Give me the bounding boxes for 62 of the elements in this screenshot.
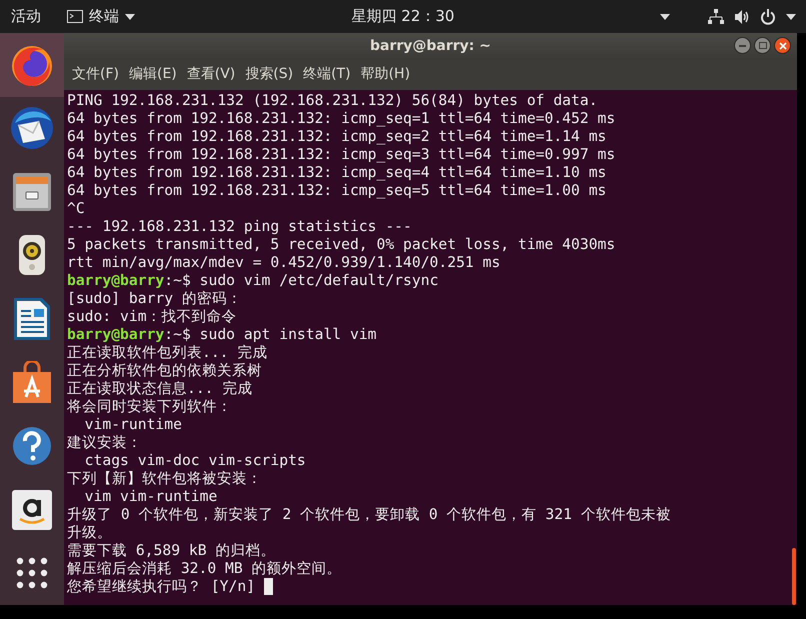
close-icon <box>778 42 786 50</box>
menu-item[interactable]: 编辑(E) <box>128 65 177 83</box>
output-line: 正在读取软件包列表... 完成 <box>67 344 268 362</box>
caret-icon <box>125 14 135 20</box>
output-line: vim-runtime <box>84 416 182 434</box>
minimize-button[interactable] <box>734 37 751 54</box>
shopping-bag-icon[interactable] <box>10 360 54 405</box>
window-title: barry@barry: ~ <box>370 38 491 54</box>
square-icon <box>758 42 766 49</box>
menu-item[interactable]: 文件(F) <box>72 65 119 83</box>
output-line: 需要下载 6,589 kB 的归档。 <box>67 542 276 560</box>
volume-icon[interactable] <box>734 8 750 24</box>
output-line: 下列【新】软件包将被安装： <box>67 470 262 488</box>
amazon-logo-icon[interactable] <box>11 488 53 531</box>
caret-icon[interactable] <box>660 14 670 20</box>
output-line: 64 bytes from 192.168.231.132: icmp_seq=3 ttl=64 time=0.997 ms <box>67 146 616 164</box>
prompt-user: barry@barry <box>67 326 164 344</box>
output-line: 您希望继续执行吗？ [Y/n] <box>67 578 256 596</box>
output-line: 建议安装： <box>67 434 142 452</box>
output-line: ctags vim-doc vim-scripts <box>84 452 306 470</box>
output-line: 将会同时安装下列软件： <box>67 398 232 416</box>
output-line: 升级。 <box>67 524 112 542</box>
output-line: 正在读取状态信息... 完成 <box>67 380 252 398</box>
menu-item[interactable]: 查看(V) <box>186 65 236 83</box>
output-line: --- 192.168.231.132 ping statistics --- <box>67 218 412 236</box>
output-line: 64 bytes from 192.168.231.132: icmp_seq=5 ttl=64 time=1.00 ms <box>67 182 606 200</box>
power-icon[interactable] <box>760 8 776 24</box>
output-line: 升级了 0 个软件包，新安装了 2 个软件包，要卸载 0 个软件包，有 321 个软件包未被 <box>67 506 671 524</box>
question-icon[interactable] <box>11 425 53 468</box>
output-line: PING 192.168.231.132 (192.168.231.132) 56(84) bytes of data. <box>67 92 598 110</box>
menu-item[interactable]: 搜索(S) <box>245 65 294 83</box>
app-menu[interactable]: 终端 <box>67 7 135 26</box>
activities-button[interactable]: 活动 <box>11 7 41 26</box>
maximize-button[interactable] <box>754 37 771 54</box>
command-text: sudo apt install vim <box>200 326 377 344</box>
output-line: vim vim-runtime <box>84 488 218 506</box>
output-line: ^C <box>67 200 85 218</box>
command-text: sudo vim /etc/default/rsync <box>200 272 438 290</box>
close-button[interactable] <box>774 37 791 54</box>
menu-item[interactable]: 帮助(H) <box>360 65 410 83</box>
bird-mail-icon[interactable] <box>9 105 55 152</box>
network-icon[interactable] <box>708 8 724 24</box>
output-line: [sudo] barry 的密码： <box>67 290 242 308</box>
document-icon[interactable] <box>12 296 52 342</box>
scroll-thumb[interactable] <box>792 548 796 605</box>
caret-icon[interactable] <box>786 14 796 20</box>
prompt-path: :~$ <box>164 326 191 344</box>
output-line: 64 bytes from 192.168.231.132: icmp_seq=2 ttl=64 time=1.14 ms <box>67 128 606 146</box>
output-line: rtt min/avg/max/mdev = 0.452/0.939/1.140/0.251 ms <box>67 254 500 272</box>
clock[interactable]: 星期四 22：30 <box>352 7 454 26</box>
output-line: 64 bytes from 192.168.231.132: icmp_seq=4 ttl=64 time=1.10 ms <box>67 164 606 182</box>
minus-icon <box>739 44 746 46</box>
output-line: 正在分析软件包的依赖关系树 <box>67 362 262 380</box>
prompt-path: :~$ <box>164 272 191 290</box>
output-line: sudo: vim：找不到命令 <box>67 308 237 326</box>
output-line: 解压缩后会消耗 32.0 MB 的额外空间。 <box>67 560 342 578</box>
output-line: 5 packets transmitted, 5 received, 0% packet loss, time 4030ms <box>67 236 616 254</box>
terminal-icon <box>67 10 83 23</box>
prompt-user: barry@barry <box>67 272 164 290</box>
menu-item[interactable]: 终端(T) <box>303 65 351 83</box>
app-grid-icon[interactable] <box>15 556 49 590</box>
output-line: 64 bytes from 192.168.231.132: icmp_seq=1 ttl=64 time=0.452 ms <box>67 110 616 128</box>
